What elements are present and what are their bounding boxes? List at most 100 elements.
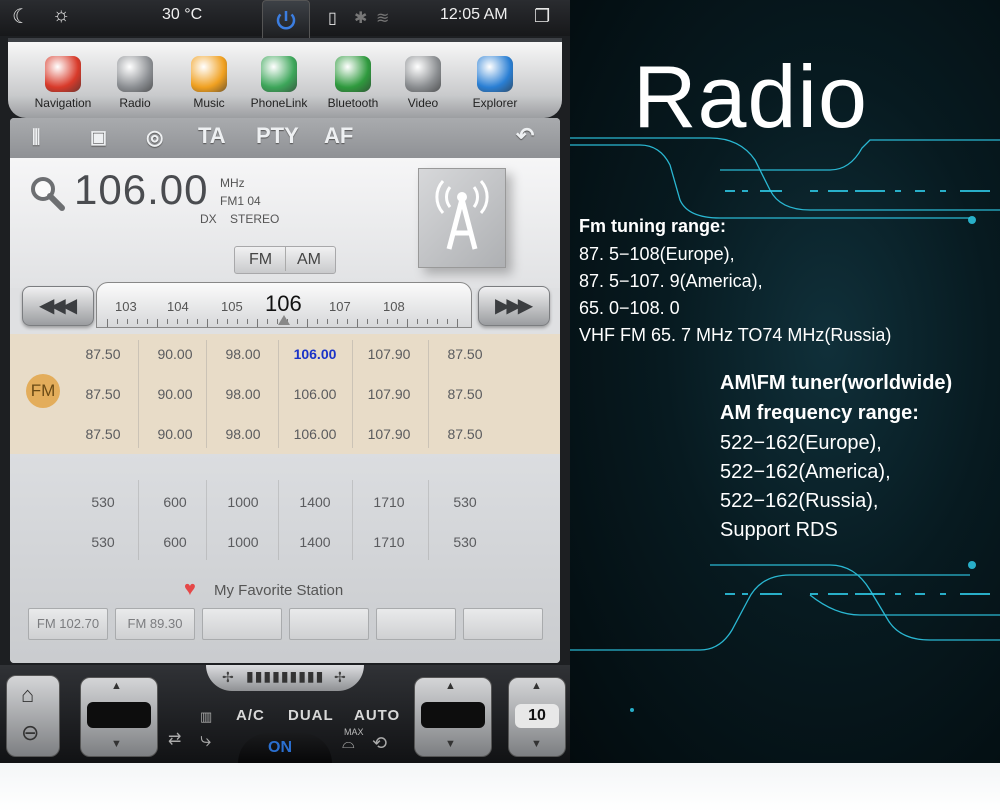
fm-preset[interactable]: 87.50 [68, 346, 138, 362]
am-preset[interactable]: 1400 [280, 494, 350, 510]
favorite-slot[interactable] [289, 608, 369, 640]
app-video[interactable]: Video [388, 56, 458, 110]
seek-back-button[interactable]: ◀◀◀ [22, 286, 94, 326]
fm-preset-active[interactable]: 106.00 [280, 346, 350, 362]
fm-preset[interactable]: 98.00 [208, 346, 278, 362]
af-button[interactable]: AF [324, 123, 353, 149]
fm-preset[interactable]: 87.50 [430, 386, 500, 402]
app-music[interactable]: Music [174, 56, 244, 110]
am-preset[interactable]: 600 [140, 494, 210, 510]
favorite-slot[interactable] [463, 608, 543, 640]
dial-tick-mark [367, 319, 368, 324]
page: ☾ ☼ 30 °C ▯ ✱ ≋ 12:05 AM ❐ Navigation Rad… [0, 0, 1000, 812]
dial-tick-mark [147, 319, 148, 324]
fm-range-item: 65. 0−108. 0 [579, 298, 680, 318]
temp-right-up-icon[interactable]: ▲ [445, 680, 456, 692]
dial-current-tick: 106 [265, 291, 302, 316]
return-icon[interactable]: ⊖ [21, 720, 39, 746]
fan-level-control[interactable]: ▲ 10 ▼ [508, 677, 566, 757]
grid-divider [278, 480, 279, 560]
dual-button[interactable]: DUAL [288, 707, 334, 724]
fm-preset[interactable]: 90.00 [140, 386, 210, 402]
temp-right-control[interactable]: ▲ ▼ [414, 677, 492, 757]
am-preset[interactable]: 1400 [280, 534, 350, 550]
fan-down-icon[interactable]: ▼ [531, 738, 542, 750]
app-explorer[interactable]: Explorer [460, 56, 530, 110]
dial-tick-mark [177, 319, 178, 324]
brightness-icon[interactable]: ☼ [52, 4, 70, 27]
fm-preset[interactable]: 98.00 [208, 426, 278, 442]
app-navigation[interactable]: Navigation [28, 56, 98, 110]
am-preset[interactable]: 530 [430, 494, 500, 510]
dial-tick-mark [297, 319, 298, 324]
app-launcher-bar: Navigation Radio Music PhoneLink Bluetooth Vi… [8, 38, 562, 118]
search-icon[interactable] [28, 174, 68, 214]
fan-up-icon[interactable]: ▲ [531, 680, 542, 692]
app-phonelink[interactable]: PhoneLink [244, 56, 314, 110]
am-preset[interactable]: 530 [68, 494, 138, 510]
fm-preset[interactable]: 107.90 [354, 386, 424, 402]
tuning-dial[interactable]: 103 104 105 106 107 108 [96, 282, 472, 328]
fm-preset[interactable]: 106.00 [280, 426, 350, 442]
am-preset[interactable]: 530 [68, 534, 138, 550]
fm-preset[interactable]: 87.50 [430, 426, 500, 442]
am-preset[interactable]: 1000 [208, 494, 278, 510]
fm-preset[interactable]: 90.00 [140, 346, 210, 362]
app-label: Video [407, 96, 439, 110]
on-button[interactable]: ON [238, 733, 332, 763]
am-preset[interactable]: 530 [430, 534, 500, 550]
recirculation-icon[interactable]: ⟲ [372, 733, 387, 754]
am-preset[interactable]: 600 [140, 534, 210, 550]
app-label: Bluetooth [327, 96, 379, 110]
dial-tick-mark [227, 319, 228, 324]
seat-airflow-icon[interactable]: ⤷ [200, 729, 211, 752]
favorite-slot[interactable]: FM 89.30 [115, 608, 195, 640]
pty-button[interactable]: PTY [256, 123, 299, 149]
fm-preset[interactable]: 87.50 [430, 346, 500, 362]
favorite-slot[interactable] [376, 608, 456, 640]
fm-preset[interactable]: 90.00 [140, 426, 210, 442]
fm-preset[interactable]: 107.90 [354, 426, 424, 442]
max-defrost-icon[interactable]: ⌓ [342, 735, 355, 753]
fm-preset[interactable]: 98.00 [208, 386, 278, 402]
airflow-direction-icon[interactable]: ⇄ [168, 729, 181, 749]
ac-button[interactable]: A/C [236, 707, 265, 724]
power-button[interactable] [262, 0, 310, 42]
rear-defrost-icon[interactable]: ▥ [200, 709, 212, 725]
scan-icon[interactable]: ◎ [146, 125, 163, 150]
dial-tick-mark [167, 319, 168, 324]
temp-left-down-icon[interactable]: ▼ [111, 738, 122, 750]
app-bluetooth[interactable]: Bluetooth [318, 56, 388, 110]
temp-right-display [421, 702, 485, 728]
fm-presets: FM 87.50 90.00 98.00 106.00 107.90 87.50 87.50… [10, 334, 560, 454]
fm-preset[interactable]: 107.90 [354, 346, 424, 362]
window-switch-icon[interactable]: ❐ [534, 6, 550, 27]
am-preset[interactable]: 1000 [208, 534, 278, 550]
temp-left-up-icon[interactable]: ▲ [111, 680, 122, 692]
home-icon[interactable]: ⌂ [21, 682, 34, 708]
temp-left-control[interactable]: ▲ ▼ [80, 677, 158, 757]
am-band-button[interactable]: AM [297, 251, 321, 269]
seek-forward-button[interactable]: ▶▶▶ [478, 286, 550, 326]
am-fm-tuner-heading: AM\FM tuner(worldwide) [720, 372, 953, 394]
back-icon[interactable]: ↶ [516, 123, 534, 149]
fm-preset[interactable]: 106.00 [280, 386, 350, 402]
fm-preset[interactable]: 87.50 [68, 426, 138, 442]
info-title: Radio [633, 47, 868, 146]
equalizer-icon[interactable]: ⫼ [32, 127, 40, 148]
auto-button[interactable]: AUTO [354, 707, 400, 724]
app-label: Radio [119, 96, 151, 110]
am-preset[interactable]: 1710 [354, 534, 424, 550]
am-range-item: 522−162(Russia), [720, 490, 879, 512]
app-radio[interactable]: Radio [100, 56, 170, 110]
temp-right-down-icon[interactable]: ▼ [445, 738, 456, 750]
am-preset[interactable]: 1710 [354, 494, 424, 510]
frequency-unit: MHz [220, 176, 245, 190]
ta-button[interactable]: TA [198, 123, 226, 149]
speaker-icon[interactable]: ▣ [90, 127, 107, 148]
favorite-slot[interactable] [202, 608, 282, 640]
fm-band-button[interactable]: FM [249, 251, 272, 269]
fm-preset[interactable]: 87.50 [68, 386, 138, 402]
favorite-slot[interactable]: FM 102.70 [28, 608, 108, 640]
fan-speed-bar[interactable]: ✢ ▮▮▮▮▮▮▮▮▮ ✢ [206, 665, 364, 691]
